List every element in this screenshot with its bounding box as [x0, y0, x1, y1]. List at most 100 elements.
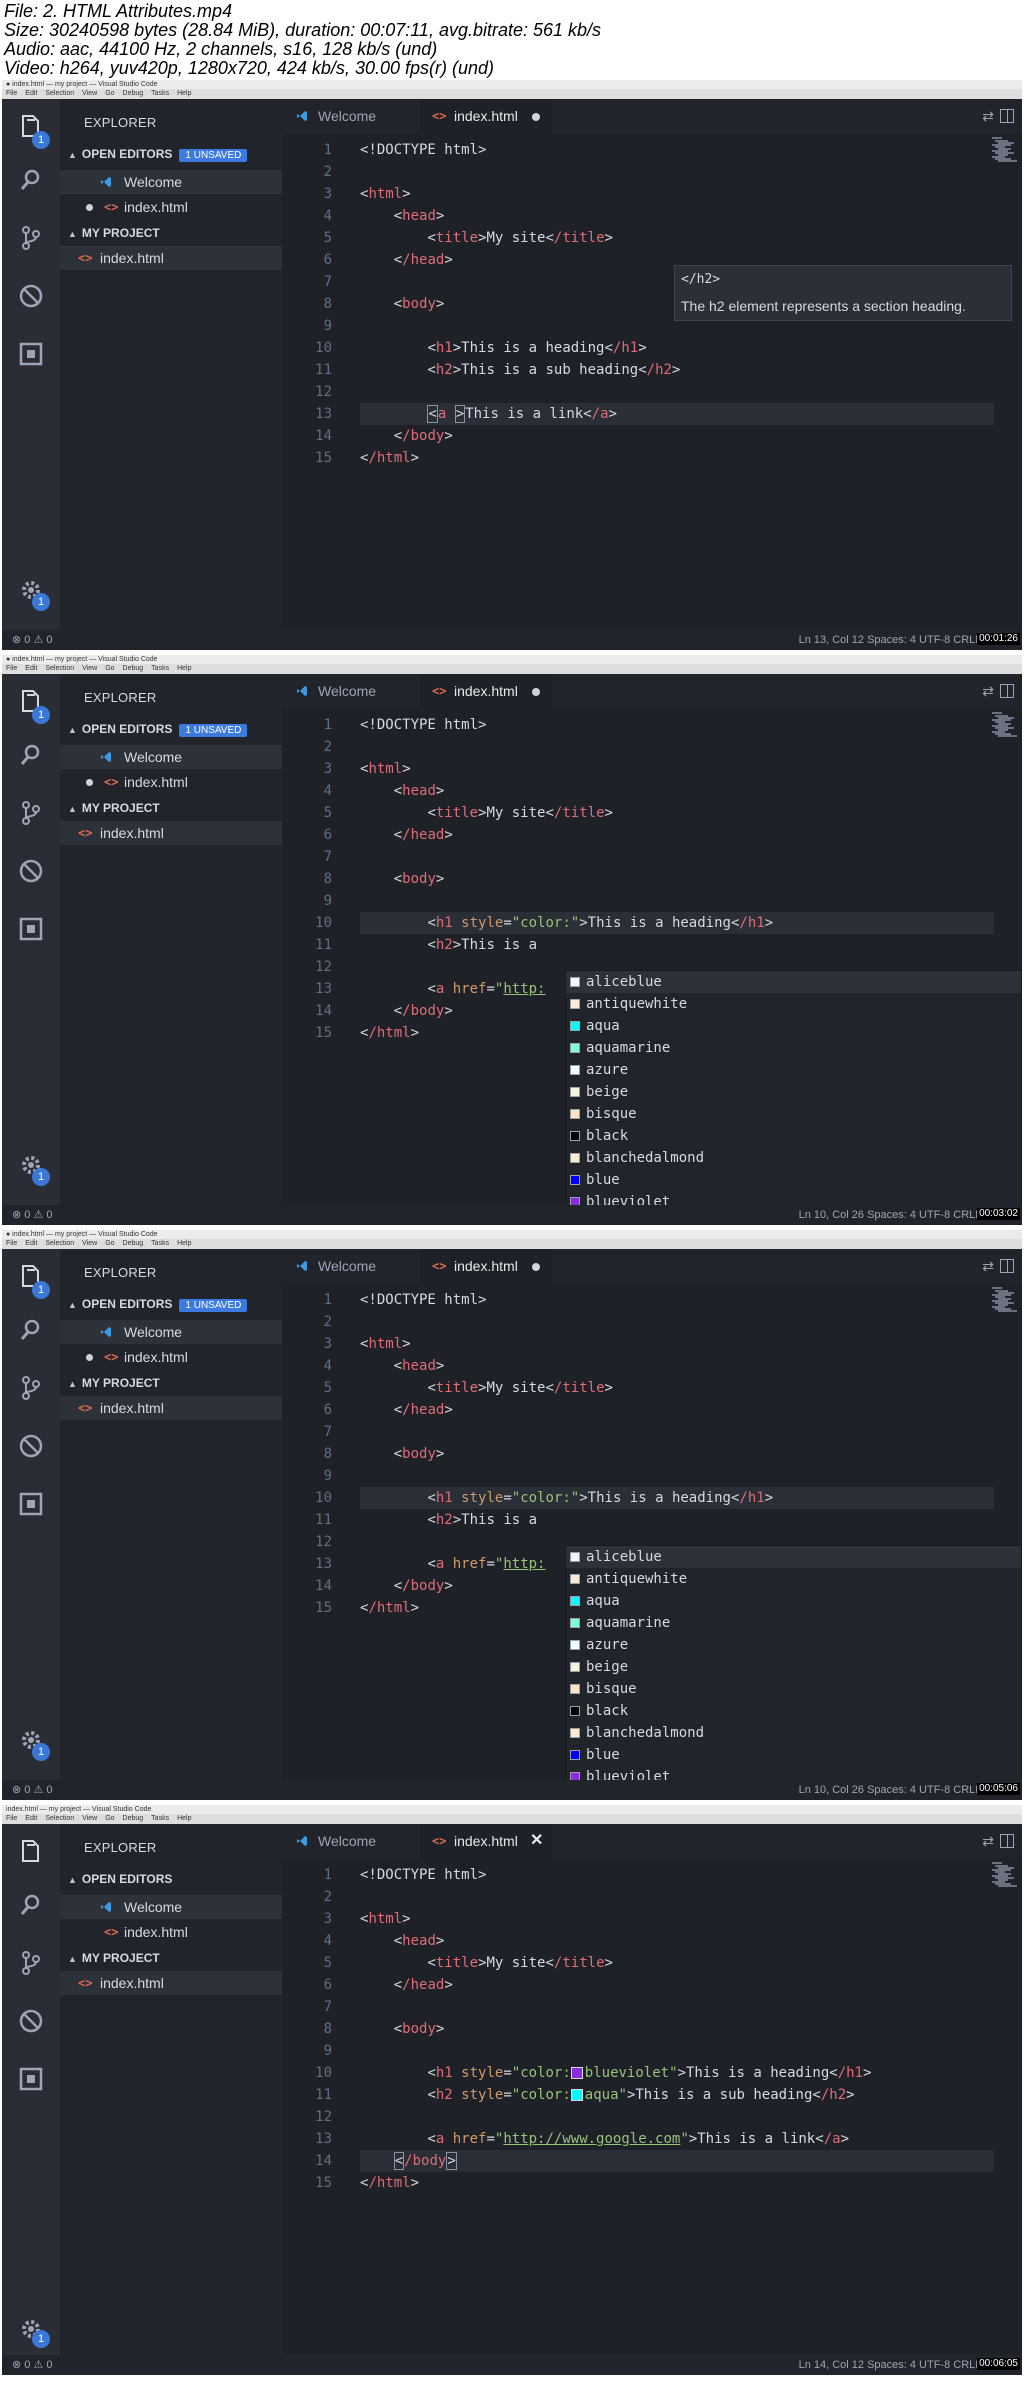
split-editor-icon[interactable]: [1000, 684, 1014, 698]
source-control-icon[interactable]: [16, 798, 46, 828]
menu-item[interactable]: View: [82, 1815, 97, 1822]
menu-item[interactable]: Help: [177, 1240, 191, 1247]
menu-item[interactable]: Edit: [25, 665, 37, 672]
debug-icon[interactable]: [16, 1431, 46, 1461]
project-file-index[interactable]: <> index.html: [60, 1971, 282, 1995]
code-line[interactable]: <html>: [360, 183, 411, 205]
code-line[interactable]: <body>: [360, 1443, 445, 1465]
tab-index[interactable]: <> index.html: [420, 674, 552, 708]
my-project-section[interactable]: ▲ MY PROJECT: [68, 1951, 160, 1965]
open-editor-welcome[interactable]: Welcome: [60, 1895, 282, 1919]
code-line[interactable]: <body>: [360, 2018, 445, 2040]
extensions-icon[interactable]: [16, 1489, 46, 1519]
code-line[interactable]: <head>: [360, 1355, 445, 1377]
menu-item[interactable]: Tasks: [151, 90, 169, 97]
open-editor-index[interactable]: <> index.html: [60, 195, 282, 219]
menu-item[interactable]: Selection: [45, 665, 74, 672]
split-editor-icon[interactable]: [1000, 1259, 1014, 1273]
cursor-position[interactable]: Ln 10, Col 26 Spaces: 4 UTF-8 CRLF: [799, 1205, 982, 1225]
tab-welcome[interactable]: Welcome: [282, 1824, 420, 1858]
code-line[interactable]: <h1>This is a heading</h1>: [360, 337, 646, 359]
code-line[interactable]: </html>: [360, 1022, 419, 1044]
code-line[interactable]: <title>My site</title>: [360, 227, 613, 249]
open-editor-index[interactable]: <> index.html: [60, 770, 282, 794]
tab-index[interactable]: <> index.html: [420, 99, 552, 133]
source-control-icon[interactable]: [16, 1373, 46, 1403]
source-control-icon[interactable]: [16, 223, 46, 253]
menu-item[interactable]: Edit: [25, 1240, 37, 1247]
color-swatch[interactable]: [570, 2067, 583, 2079]
my-project-section[interactable]: ▲ MY PROJECT: [68, 1376, 160, 1390]
code-line[interactable]: </head>: [360, 1974, 453, 1996]
project-file-index[interactable]: <> index.html: [60, 821, 282, 845]
suggestion-item[interactable]: aqua: [566, 1015, 1021, 1037]
cursor-position[interactable]: Ln 14, Col 12 Spaces: 4 UTF-8 CRLF: [799, 2355, 982, 2375]
minimap[interactable]: [992, 137, 1018, 177]
suggestion-item[interactable]: aliceblue: [566, 1546, 1021, 1568]
menu-item[interactable]: Debug: [123, 1240, 144, 1247]
code-line[interactable]: <a href="http:: [360, 1553, 545, 1575]
open-editors-section[interactable]: ▲ OPEN EDITORS: [68, 1872, 172, 1886]
tab-index[interactable]: <> index.html: [420, 1249, 552, 1283]
code-line[interactable]: </body>: [360, 425, 453, 447]
code-line[interactable]: </body>: [360, 1575, 453, 1597]
my-project-section[interactable]: ▲ MY PROJECT: [68, 801, 160, 815]
suggestion-item[interactable]: azure: [566, 1634, 1021, 1656]
suggestion-item[interactable]: bisque: [566, 1103, 1021, 1125]
menu-item[interactable]: Selection: [45, 1240, 74, 1247]
unsaved-dot-icon[interactable]: [532, 113, 540, 121]
code-line[interactable]: <body>: [360, 868, 445, 890]
open-editor-welcome[interactable]: Welcome: [60, 1320, 282, 1344]
menu-item[interactable]: File: [6, 1240, 17, 1247]
search-icon[interactable]: [16, 165, 46, 195]
suggestion-item[interactable]: aquamarine: [566, 1612, 1021, 1634]
suggestion-item[interactable]: aqua: [566, 1590, 1021, 1612]
code-line[interactable]: </html>: [360, 1597, 419, 1619]
suggestion-item[interactable]: blanchedalmond: [566, 1722, 1021, 1744]
code-line[interactable]: <body>: [360, 293, 445, 315]
close-icon[interactable]: ✕: [530, 1824, 543, 1858]
problems-status[interactable]: ⊗ 0 ⚠ 0: [12, 2355, 52, 2375]
suggestion-item[interactable]: antiquewhite: [566, 1568, 1021, 1590]
extensions-icon[interactable]: [16, 914, 46, 944]
project-file-index[interactable]: <> index.html: [60, 246, 282, 270]
menu-item[interactable]: Tasks: [151, 1815, 169, 1822]
code-line[interactable]: <h2>This is a: [360, 934, 537, 956]
code-editor[interactable]: 1 2 3 4 5 6 7 8 9 10 11 12 13 14 15 <!DOCTYPE html> <htm…: [282, 708, 1022, 1225]
code-line[interactable]: <h2>This is a sub heading</h2>: [360, 359, 680, 381]
code-line[interactable]: </head>: [360, 249, 453, 271]
menu-item[interactable]: Go: [105, 90, 114, 97]
menu-item[interactable]: Debug: [123, 90, 144, 97]
menu-item[interactable]: View: [82, 90, 97, 97]
extensions-icon[interactable]: [16, 2064, 46, 2094]
code-line[interactable]: <a >This is a link</a>: [360, 403, 617, 425]
menu-item[interactable]: File: [6, 1815, 17, 1822]
menu-item[interactable]: Help: [177, 1815, 191, 1822]
suggestion-item[interactable]: beige: [566, 1656, 1021, 1678]
code-line[interactable]: </head>: [360, 1399, 453, 1421]
code-line[interactable]: <html>: [360, 758, 411, 780]
code-line[interactable]: <h1 style="color: blueviolet">This is a h…: [360, 2062, 871, 2084]
files-icon[interactable]: [16, 1836, 46, 1866]
open-editors-section[interactable]: ▲ OPEN EDITORS 1 UNSAVED: [68, 722, 248, 737]
code-line[interactable]: <head>: [360, 205, 445, 227]
code-line[interactable]: <head>: [360, 780, 445, 802]
debug-icon[interactable]: [16, 281, 46, 311]
source-control-icon[interactable]: [16, 1948, 46, 1978]
color-swatch[interactable]: [570, 2089, 583, 2101]
diff-icon[interactable]: ⇄: [982, 1258, 994, 1275]
code-editor[interactable]: 1 2 3 4 5 6 7 8 9 10 11 12 13 14 15 <!DOCTYPE html> <htm…: [282, 1858, 1022, 2355]
unsaved-dot-icon[interactable]: [532, 1263, 540, 1271]
code-line[interactable]: <!DOCTYPE html>: [360, 1864, 486, 1886]
unsaved-dot-icon[interactable]: [532, 688, 540, 696]
code-editor[interactable]: 1 2 3 4 5 6 7 8 9 10 11 12 13 14 15 <!DOCTYPE html> <htm…: [282, 1283, 1022, 1800]
open-editor-welcome[interactable]: Welcome: [60, 745, 282, 769]
suggestion-item[interactable]: beige: [566, 1081, 1021, 1103]
suggestion-item[interactable]: blue: [566, 1169, 1021, 1191]
menu-item[interactable]: Selection: [45, 1815, 74, 1822]
extensions-icon[interactable]: [16, 339, 46, 369]
code-line[interactable]: <!DOCTYPE html>: [360, 1289, 486, 1311]
suggestion-item[interactable]: azure: [566, 1059, 1021, 1081]
suggestion-item[interactable]: aliceblue: [566, 971, 1021, 993]
diff-icon[interactable]: ⇄: [982, 1833, 994, 1850]
